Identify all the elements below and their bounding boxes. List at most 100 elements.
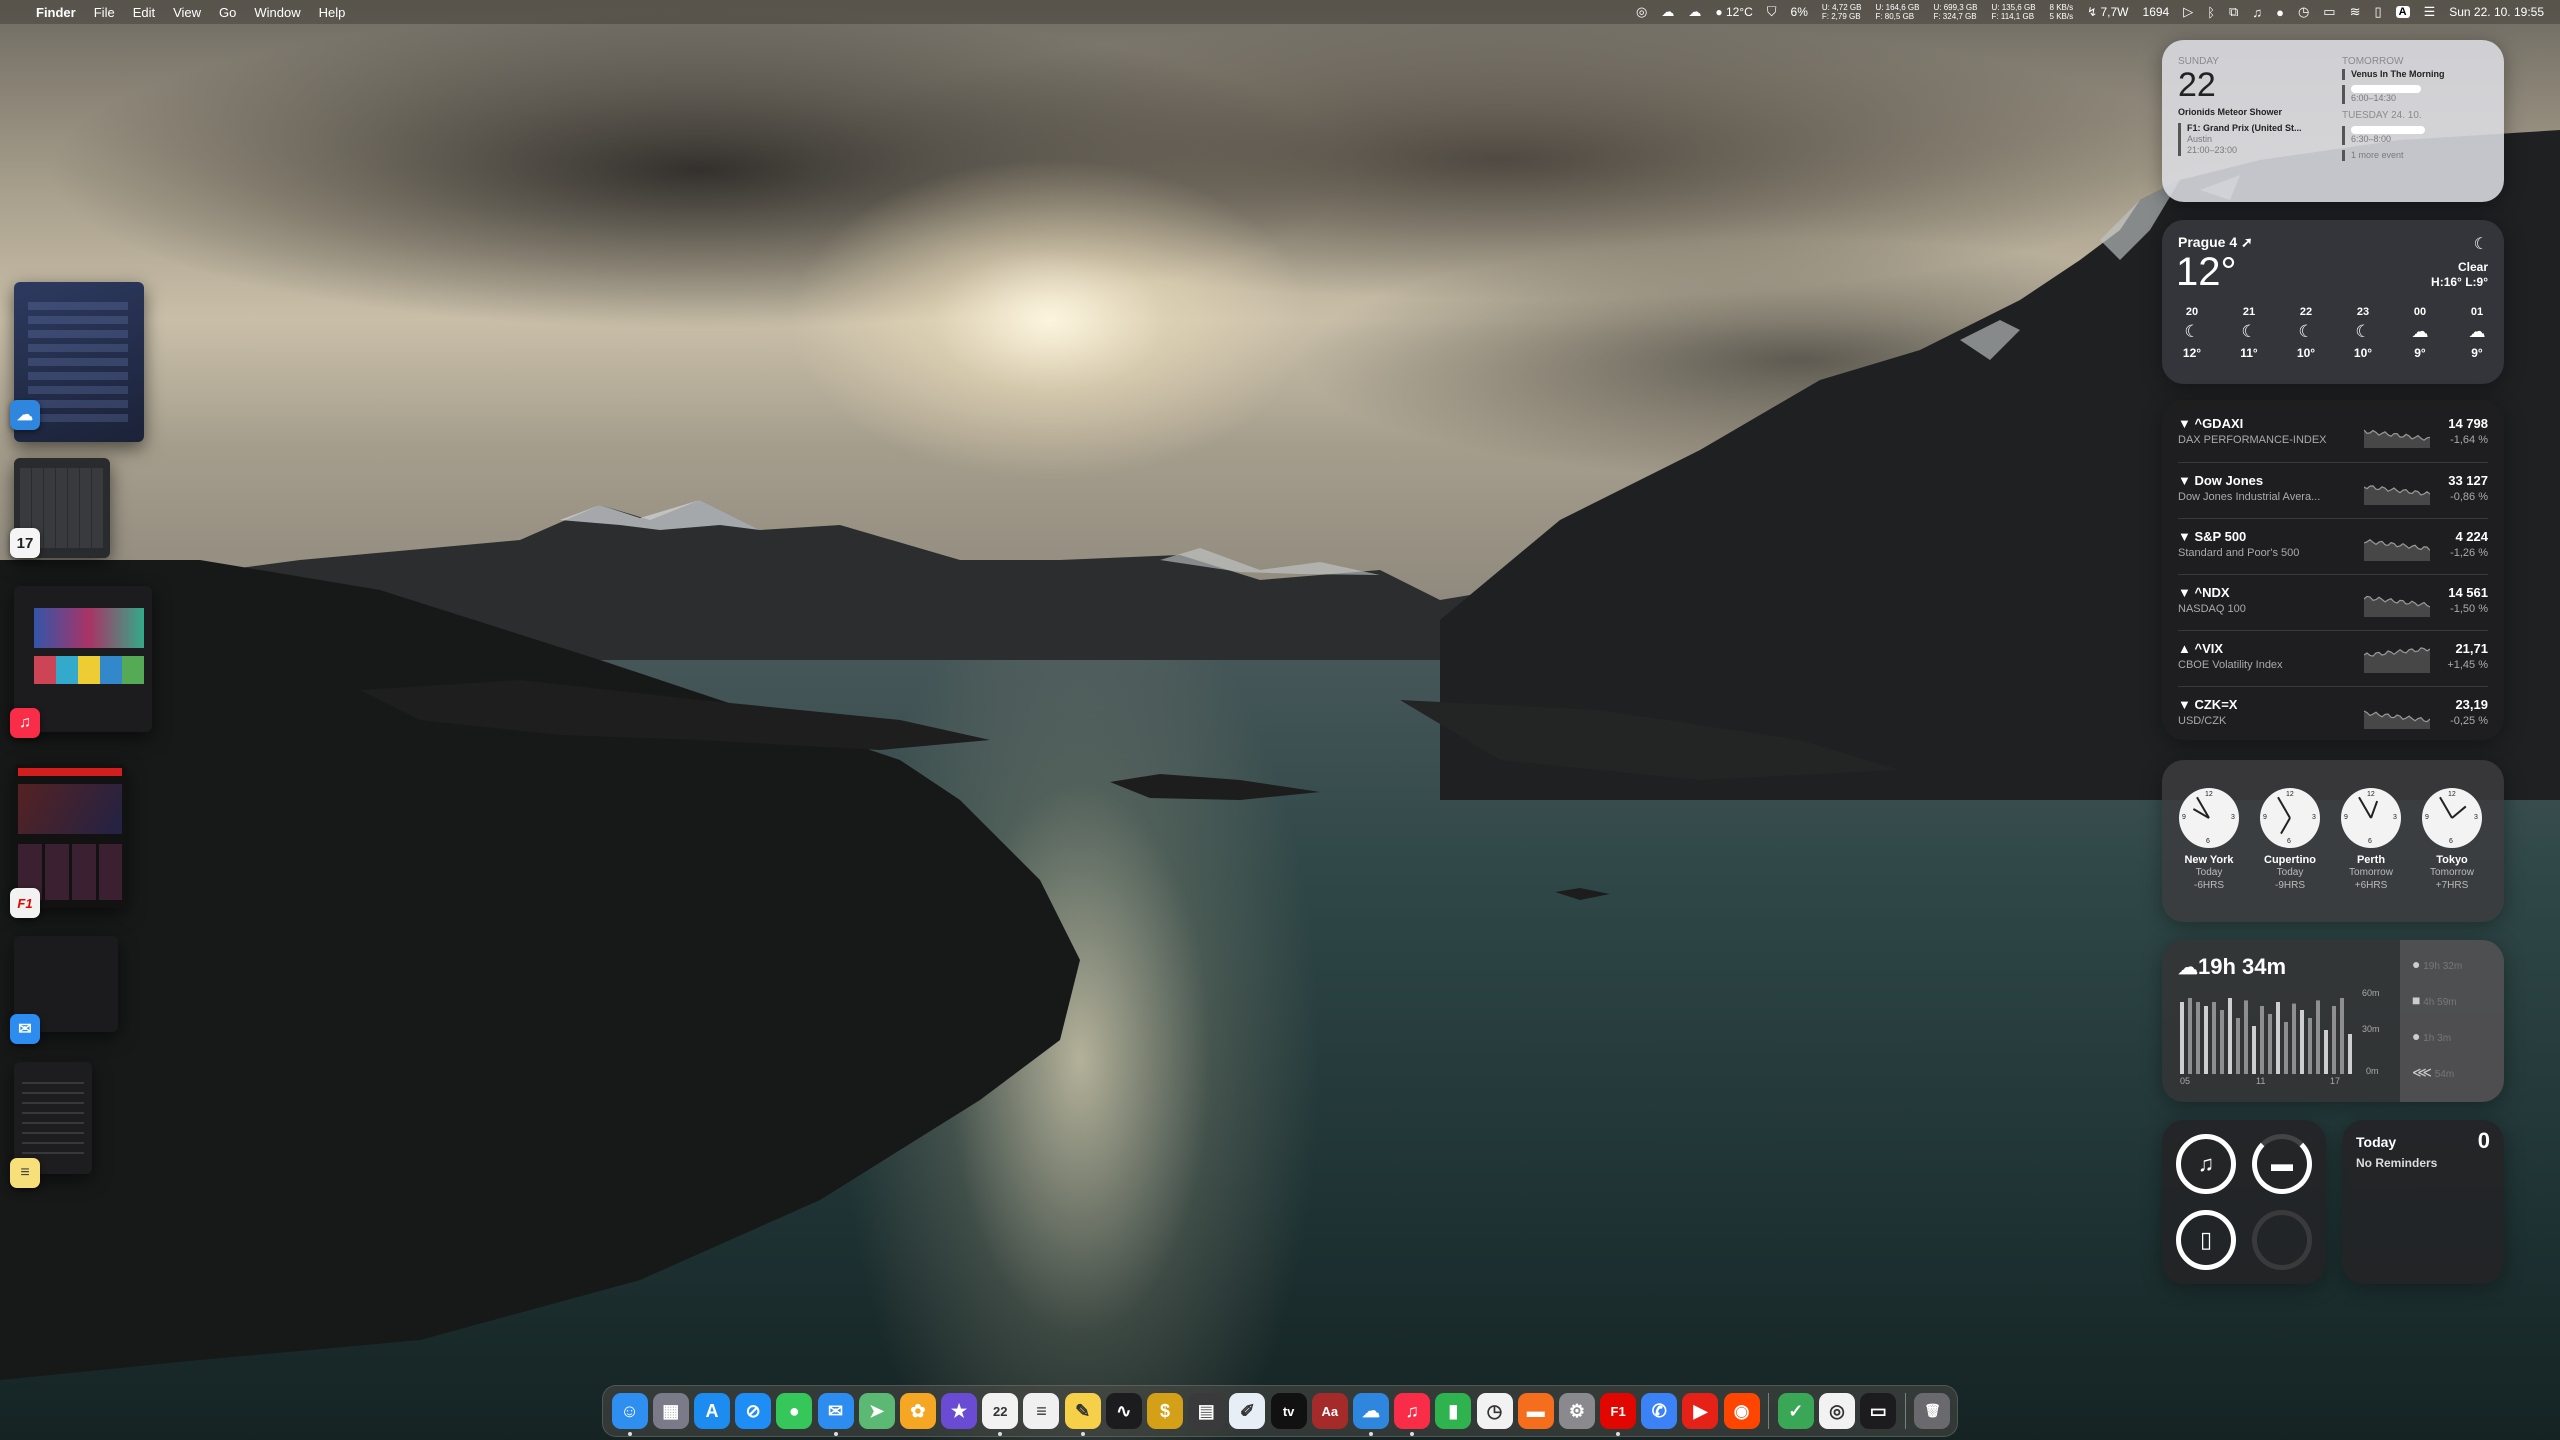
menu-edit[interactable]: Edit <box>133 5 155 20</box>
notes-dock-icon[interactable]: ✎ <box>1064 1393 1101 1436</box>
network-stats[interactable]: 8 KB/s 5 KB/s <box>2050 3 2074 21</box>
youtube-dock-icon[interactable]: ▶ <box>1682 1393 1719 1429</box>
numbers-dock-icon[interactable]: ▮ <box>1435 1393 1472 1429</box>
world-clock-widget[interactable]: 12 3 6 9 New York Today -6HRS 12 3 6 9 Cupertino Tod… <box>2162 760 2504 922</box>
menu-view[interactable]: View <box>173 5 201 20</box>
play-icon[interactable]: ▷ <box>2183 4 2193 20</box>
control-center-icon[interactable]: ☰ <box>2424 4 2436 20</box>
menu-help[interactable]: Help <box>319 5 346 20</box>
app-usage-row[interactable]: ■ 4h 59m <box>2412 992 2457 1008</box>
clock-cell[interactable]: 12 3 6 9 Cupertino Today -9HRS <box>2255 788 2325 892</box>
clock-cell[interactable]: 12 3 6 9 Perth Tomorrow +6HRS <box>2336 788 2406 892</box>
books-dock-icon[interactable]: ▬ <box>1517 1393 1554 1429</box>
activity-monitor-dock-icon[interactable]: ▭ <box>1860 1393 1897 1429</box>
f1-app-icon[interactable]: F1 <box>10 888 40 918</box>
display-icon[interactable]: ▭ <box>2323 4 2335 20</box>
screen-mirror-icon[interactable]: ⧉ <box>2229 4 2238 20</box>
battery-percent[interactable]: 6% <box>1791 5 1808 19</box>
stock-row[interactable]: ▼ Dow Jones Dow Jones Industrial Avera...… <box>2178 462 2488 519</box>
menu-app-name[interactable]: Finder <box>36 5 76 20</box>
airpods-icon[interactable]: ♫ <box>2252 5 2262 20</box>
f1-tv-dock-icon[interactable]: F1 <box>1600 1393 1637 1436</box>
clock-cell[interactable]: 12 3 6 9 New York Today -6HRS <box>2174 788 2244 892</box>
disk-stats-2[interactable]: U: 164,6 GB F: 80,5 GB <box>1875 3 1919 21</box>
safari-dock-icon[interactable]: ⊘ <box>735 1393 772 1429</box>
stock-row[interactable]: ▼ S&P 500 Standard and Poor's 500 4 224 -1,… <box>2178 518 2488 575</box>
music-dock-icon[interactable]: ♫ <box>1394 1393 1431 1436</box>
launchpad-dock-icon[interactable]: ▦ <box>652 1393 689 1429</box>
stock-row[interactable]: ▼ CZK=X USD/CZK 23,19 -0,25 % <box>2178 686 2488 743</box>
weather-status[interactable]: ● 12°C <box>1715 5 1752 19</box>
power-usage[interactable]: ↯ 7,7W <box>2087 5 2128 19</box>
calendar-more-events[interactable]: 1 more event <box>2342 150 2492 161</box>
disk-stats-4[interactable]: U: 135,6 GB F: 114,1 GB <box>1992 3 2036 21</box>
cloud-sync-icon[interactable]: ☁ <box>1661 4 1674 20</box>
weather-widget[interactable]: Prague 4 ➚ 12° ☾ Clear H:16° L:9° 20 ☾ 12°… <box>2162 220 2504 384</box>
screen-time-bar <box>2276 1002 2280 1074</box>
clock-dock-icon[interactable]: ◷ <box>1476 1393 1513 1429</box>
maps-dock-icon[interactable]: ➤ <box>858 1393 895 1429</box>
notes-app-icon[interactable]: ≡ <box>10 1158 40 1188</box>
mail-dock-icon[interactable]: ✉ <box>817 1393 854 1436</box>
menu-counter[interactable]: 1694 <box>2143 5 2170 19</box>
disk-stats-1[interactable]: U: 4,72 GB F: 2,79 GB <box>1822 3 1862 21</box>
calendar-app-icon[interactable]: 17 <box>10 528 40 558</box>
reddit-dock-icon[interactable]: ◉ <box>1723 1393 1760 1429</box>
imovie-dock-icon[interactable]: ★ <box>941 1393 978 1429</box>
calendar-widget[interactable]: SUNDAY 22 Orionids Meteor Shower F1: Gra… <box>2162 40 2504 202</box>
app-usage-row[interactable]: ● 19h 32m <box>2412 956 2462 972</box>
clock-cell[interactable]: 12 3 6 9 Tokyo Tomorrow +7HRS <box>2417 788 2487 892</box>
time-machine-icon[interactable]: ◷ <box>2298 4 2309 20</box>
menu-go[interactable]: Go <box>219 5 236 20</box>
money-dock-icon[interactable]: $ <box>1147 1393 1184 1429</box>
stocks-dock-icon[interactable]: ∿ <box>1105 1393 1142 1429</box>
app-usage-row[interactable]: ⋘ 54m <box>2412 1064 2454 1081</box>
menu-window[interactable]: Window <box>254 5 300 20</box>
messenger-dock-icon[interactable]: ✆ <box>1641 1393 1678 1429</box>
calendar-event[interactable]: F1: Grand Prix (United St... Austin 21:0… <box>2178 123 2328 156</box>
weather-app-icon[interactable]: ☁ <box>10 400 40 430</box>
photos-dock-icon[interactable]: ✿ <box>899 1393 936 1429</box>
input-source-icon[interactable]: A <box>2395 6 2410 18</box>
stocks-widget[interactable]: ▼ ^GDAXI DAX PERFORMANCE-INDEX 14 798 -1,64… <box>2162 400 2504 740</box>
finder-dock-icon[interactable]: ☺ <box>611 1393 648 1436</box>
messages-dock-icon[interactable]: ● <box>776 1393 813 1429</box>
dictionary-dock-icon[interactable]: Aa <box>1311 1393 1348 1429</box>
calendar-event[interactable]: 6:00–14:30 <box>2342 85 2492 104</box>
bluetooth-icon[interactable]: ᛒ <box>2207 5 2215 20</box>
chatgpt-dock-icon[interactable]: ◎ <box>1819 1393 1856 1429</box>
mail-app-icon[interactable]: ✉ <box>10 1014 40 1044</box>
weather-dock-icon[interactable]: ☁ <box>1352 1393 1389 1436</box>
disk-stats-3[interactable]: U: 699,3 GB F: 324,7 GB <box>1933 3 1977 21</box>
calculator-dock-icon[interactable]: ▤ <box>1188 1393 1225 1429</box>
system-settings-dock-icon[interactable]: ⚙ <box>1558 1393 1595 1429</box>
trash-dock-icon[interactable]: 🗑 <box>1914 1393 1951 1429</box>
calendar-event[interactable]: 6:30–8:00 <box>2342 126 2492 145</box>
sidebar-icon[interactable]: ▯ <box>2374 4 2381 20</box>
stage-window-f1[interactable] <box>14 764 126 908</box>
stock-row[interactable]: ▲ ^VIX CBOE Volatility Index 21,71 +1,45 % <box>2178 630 2488 687</box>
menu-clock[interactable]: Sun 22. 10. 19:55 <box>2449 5 2544 19</box>
weather-cloud-icon[interactable]: ☁ <box>1688 4 1701 20</box>
music-app-icon[interactable]: ♫ <box>10 708 40 738</box>
app-usage-row[interactable]: ● 1h 3m <box>2412 1028 2451 1044</box>
stock-row[interactable]: ▼ ^NDX NASDAQ 100 14 561 -1,50 % <box>2178 574 2488 631</box>
screen-time-widget[interactable]: ☁19h 34m 60m 30m 0m 05 11 17 ● 19h 32m ■… <box>2162 940 2504 1102</box>
calendar-event[interactable]: Venus In The Morning <box>2342 69 2492 80</box>
calendar-event[interactable]: Orionids Meteor Shower <box>2178 107 2328 118</box>
reminders-dock-icon[interactable]: ≡ <box>1023 1393 1060 1429</box>
reminders-widget[interactable]: Today 0 No Reminders <box>2342 1120 2504 1284</box>
tv-dock-icon[interactable]: tv <box>1270 1393 1307 1429</box>
batteries-widget[interactable]: ♫ ▬ ▯ <box>2162 1120 2326 1284</box>
user-icon[interactable]: ● <box>2276 5 2284 20</box>
shield-icon[interactable]: ⛉ <box>1767 4 1777 20</box>
app-store-dock-icon[interactable]: A <box>693 1393 730 1429</box>
freeform-dock-icon[interactable]: ✐ <box>1229 1393 1266 1429</box>
chatgpt-menu-icon[interactable]: ◎ <box>1636 4 1647 20</box>
adguard-dock-icon[interactable]: ✓ <box>1777 1393 1814 1429</box>
event-time: 6:00–14:30 <box>2351 93 2397 103</box>
menu-file[interactable]: File <box>94 5 115 20</box>
calendar-dock-icon[interactable]: 22 <box>982 1393 1019 1436</box>
stock-row[interactable]: ▼ ^GDAXI DAX PERFORMANCE-INDEX 14 798 -1,64… <box>2178 406 2488 462</box>
wifi-icon[interactable]: ≋ <box>2350 4 2361 20</box>
